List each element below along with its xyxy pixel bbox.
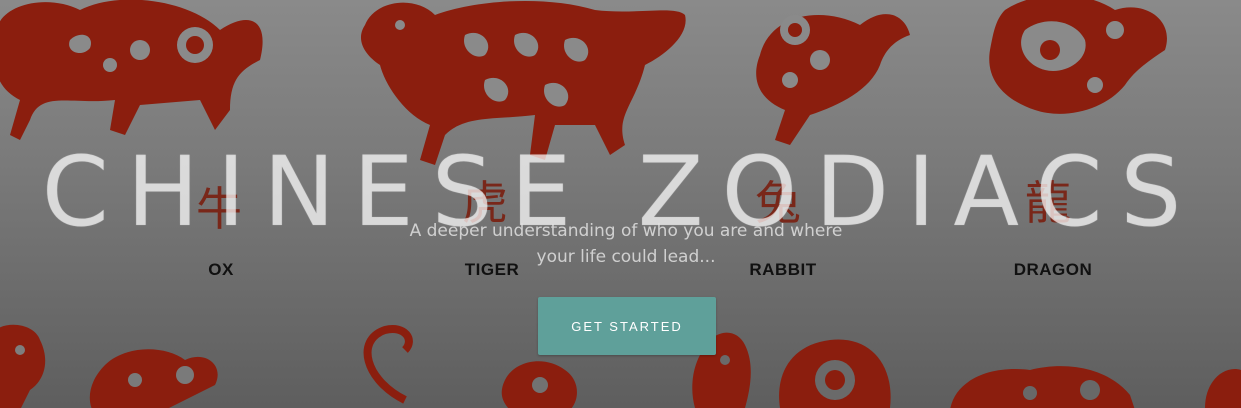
get-started-button[interactable]: GET STARTED [538, 297, 716, 355]
zodiac-name-dragon: DRAGON [1013, 260, 1093, 279]
horse-papercut-icon [0, 320, 60, 408]
pig-papercut-icon [1195, 360, 1241, 408]
zodiac-name-ox: OX [208, 260, 234, 279]
goat-papercut-icon [75, 345, 235, 408]
hero-subtitle: A deeper understanding of who you are an… [409, 221, 843, 267]
rooster-papercut-icon [690, 315, 910, 408]
dog-papercut-icon [940, 355, 1140, 408]
ox-papercut-icon [0, 0, 290, 150]
